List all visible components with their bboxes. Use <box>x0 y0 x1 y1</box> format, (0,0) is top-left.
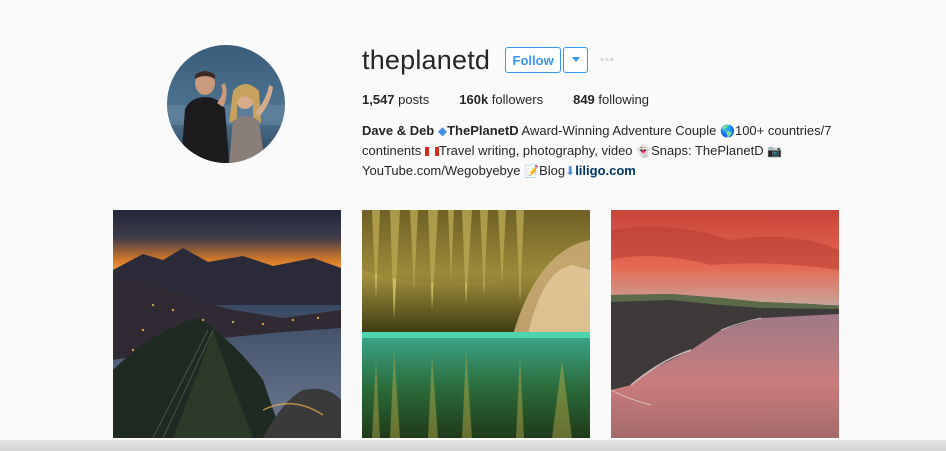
following-stat[interactable]: 849 following <box>573 92 649 107</box>
window-bottom-edge <box>0 440 946 451</box>
username: theplanetd <box>362 44 491 75</box>
bio-text-1: Award-Winning Adventure Couple <box>518 123 721 138</box>
bio-text-5: YouTube.com/Wegobyebye <box>362 163 525 178</box>
posts-count: 1,547 <box>362 92 395 107</box>
bio-link[interactable]: liligo.com <box>575 163 636 178</box>
follow-button[interactable]: Follow <box>505 47 562 73</box>
down-arrow-icon: ⬇ <box>565 164 576 178</box>
posts-stat: 1,547 posts <box>362 92 429 107</box>
profile-bio: Dave & Deb ◆ThePlanetD Award-Winning Adv… <box>362 121 832 181</box>
followers-stat[interactable]: 160k followers <box>459 92 543 107</box>
following-label: following <box>598 92 650 107</box>
cave-lake-image <box>362 210 590 438</box>
rio-sunset-photo[interactable] <box>113 210 341 438</box>
bio-handle: ThePlanetD <box>447 123 519 138</box>
profile-info: theplanetd Follow ◦◦◦ 1,547 posts 160k f… <box>362 42 882 181</box>
followers-count: 160k <box>459 92 489 107</box>
profile-header: theplanetd Follow ◦◦◦ 1,547 posts 160k f… <box>0 0 946 200</box>
canada-flag-icon <box>424 147 439 156</box>
ghost-icon: 👻 <box>636 144 652 158</box>
rio-sunset-image <box>113 210 341 438</box>
profile-stats: 1,547 posts 160k followers 849 following <box>362 92 882 107</box>
bio-name: Dave & Deb <box>362 123 435 138</box>
bio-text-6: Blog <box>539 163 566 178</box>
profile-avatar[interactable] <box>167 45 285 163</box>
suggestions-dropdown-button[interactable] <box>563 47 589 73</box>
posts-label: posts <box>398 92 430 107</box>
camera-icon: 📷 <box>767 144 783 158</box>
cliffs-sunset-image <box>611 210 839 438</box>
cliffs-sunset-photo[interactable] <box>611 210 839 438</box>
chevron-down-icon <box>571 57 580 62</box>
profile-top-row: theplanetd Follow ◦◦◦ <box>362 42 882 78</box>
bio-text-3: Travel writing, photography, video <box>438 143 637 158</box>
more-options-icon[interactable]: ◦◦◦ <box>600 54 615 66</box>
cave-lake-photo[interactable] <box>362 210 590 438</box>
diamond-icon: ◆ <box>437 124 448 138</box>
bio-text-4: Snaps: ThePlanetD <box>651 143 768 158</box>
memo-icon: 📝 <box>524 164 540 178</box>
avatar-image <box>167 45 285 163</box>
following-count: 849 <box>573 92 595 107</box>
globe-icon: 🌎 <box>720 124 735 138</box>
followers-label: followers <box>491 92 544 107</box>
